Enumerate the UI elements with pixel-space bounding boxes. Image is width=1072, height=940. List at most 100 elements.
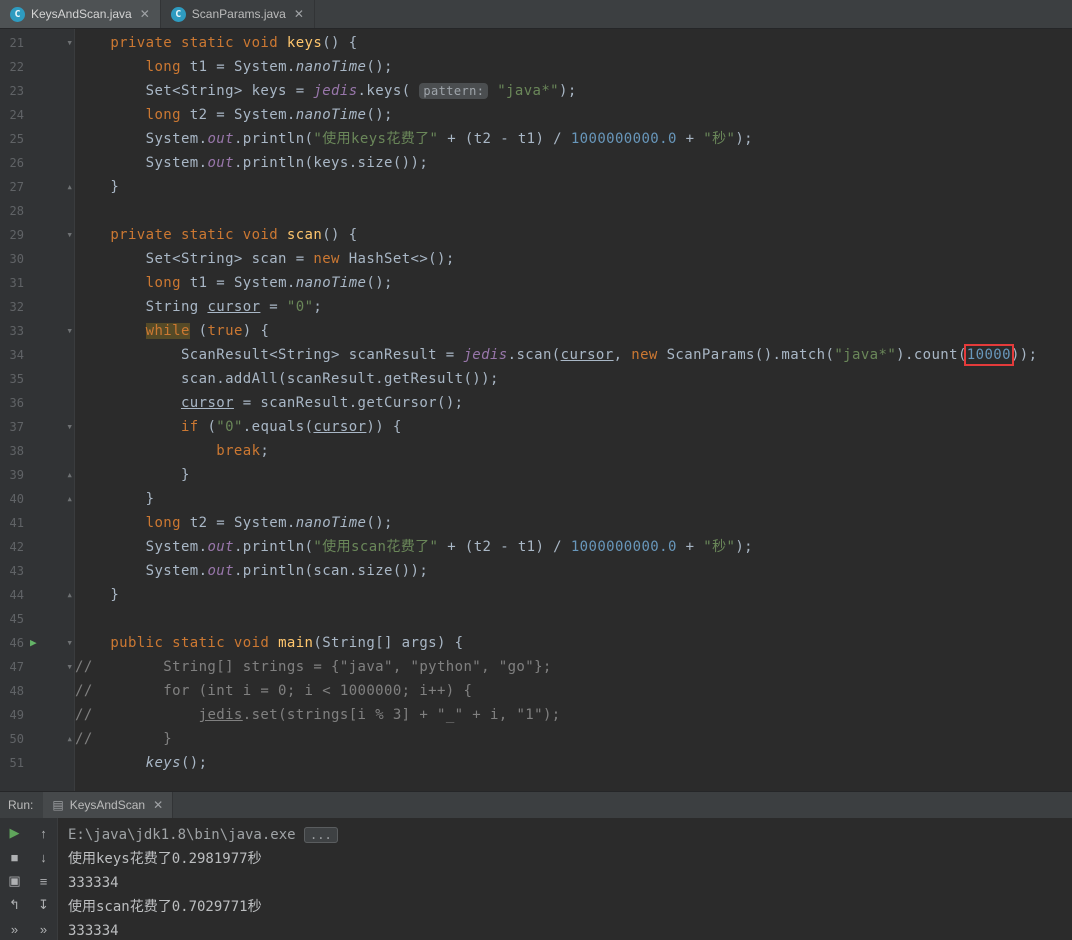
fold-icon[interactable]: ▴ <box>66 583 73 607</box>
fold-icon[interactable]: ▾ <box>66 415 73 439</box>
soft-wrap-icon[interactable]: ≡ <box>40 874 48 889</box>
code-text[interactable]: private static void keys() { <box>75 31 1072 55</box>
code-text[interactable]: break; <box>75 439 1072 463</box>
close-icon[interactable]: ✕ <box>292 7 304 21</box>
gutter: 36 <box>0 391 75 415</box>
fold-icon[interactable]: ▾ <box>66 631 73 655</box>
code-text[interactable]: // String[] strings = {"java", "python",… <box>75 655 1072 679</box>
fold-icon[interactable]: ▴ <box>66 463 73 487</box>
code-text[interactable]: // jedis.set(strings[i % 3] + "_" + i, "… <box>75 703 1072 727</box>
code-token: out <box>207 155 234 171</box>
code-text[interactable]: public static void main(String[] args) { <box>75 631 1072 655</box>
line-number: 44 <box>9 588 24 602</box>
fold-icon[interactable]: ▴ <box>66 487 73 511</box>
prev-frame-icon[interactable]: ↑ <box>40 826 47 841</box>
collapsed-fold-chip[interactable]: ... <box>304 827 338 843</box>
code-text[interactable] <box>75 199 1072 223</box>
line-number: 46 <box>9 636 24 650</box>
code-text[interactable]: Set<String> scan = new HashSet<>(); <box>75 247 1072 271</box>
fold-icon[interactable]: ▴ <box>66 727 73 751</box>
code-text[interactable]: } <box>75 463 1072 487</box>
fold-icon[interactable]: ▾ <box>66 655 73 679</box>
scroll-to-end-icon[interactable]: ↧ <box>38 897 49 913</box>
code-text[interactable]: while (true) { <box>75 319 1072 343</box>
line-number: 35 <box>9 372 24 386</box>
more-actions-icon[interactable]: » <box>40 922 47 937</box>
code-token: .keys( <box>357 83 420 99</box>
fold-icon[interactable]: ▾ <box>66 31 73 55</box>
code-token: } <box>75 587 120 603</box>
code-token: + (t2 - t1) / <box>438 131 571 147</box>
code-text[interactable] <box>75 607 1072 631</box>
code-token: long <box>145 107 181 123</box>
code-line: 21 ▾ private static void keys() { <box>0 31 1072 55</box>
code-line: 48 // for (int i = 0; i < 1000000; i++) { <box>0 679 1072 703</box>
code-token: keys <box>286 35 323 51</box>
code-line: 37 ▾ if ("0".equals(cursor)) { <box>0 415 1072 439</box>
code-text[interactable]: private static void scan() { <box>75 223 1072 247</box>
code-token: if <box>180 419 199 435</box>
gutter: 35 <box>0 367 75 391</box>
code-text[interactable]: long t2 = System.nanoTime(); <box>75 511 1072 535</box>
stop-icon[interactable]: ■ <box>11 850 19 865</box>
code-text[interactable]: // for (int i = 0; i < 1000000; i++) { <box>75 679 1072 703</box>
code-text[interactable]: System.out.println("使用keys花费了" + (t2 - t… <box>75 127 1072 151</box>
code-line: 43 System.out.println(scan.size()); <box>0 559 1072 583</box>
rerun-icon[interactable]: ▶ <box>10 825 20 841</box>
fold-icon[interactable]: ▾ <box>66 223 73 247</box>
run-tab[interactable]: ▤ KeysAndScan ✕ <box>43 792 174 818</box>
exit-icon[interactable]: ↰ <box>9 897 20 913</box>
run-panel-header: Run: ▤ KeysAndScan ✕ <box>0 791 1072 818</box>
code-text[interactable]: keys(); <box>75 751 1072 775</box>
code-text[interactable]: } <box>75 583 1072 607</box>
code-token: .println( <box>233 131 314 147</box>
screenshot-icon[interactable]: ▣ <box>8 873 20 889</box>
line-number: 30 <box>9 252 24 266</box>
tab-label: ScanParams.java <box>191 7 286 21</box>
code-text[interactable]: long t2 = System.nanoTime(); <box>75 103 1072 127</box>
code-token: cursor <box>313 419 367 435</box>
code-token: + <box>676 131 704 147</box>
fold-icon[interactable]: ▾ <box>66 319 73 343</box>
code-text[interactable]: System.out.println("使用scan花费了" + (t2 - t… <box>75 535 1072 559</box>
editor-tab[interactable]: C ScanParams.java ✕ <box>161 0 315 28</box>
code-token: )) { <box>366 419 402 435</box>
console-line: E:\java\jdk1.8\bin\java.exe ... <box>68 823 1072 847</box>
code-text[interactable]: System.out.println(keys.size()); <box>75 151 1072 175</box>
code-line: 35 scan.addAll(scanResult.getResult()); <box>0 367 1072 391</box>
run-line-icon[interactable]: ▶ <box>30 631 37 655</box>
code-text[interactable]: ScanResult<String> scanResult = jedis.sc… <box>75 343 1072 367</box>
close-icon[interactable]: ✕ <box>151 798 163 812</box>
code-text[interactable]: long t1 = System.nanoTime(); <box>75 55 1072 79</box>
editor[interactable]: 21 ▾ private static void keys() {22 long … <box>0 29 1072 791</box>
code-token: (); <box>180 755 208 771</box>
gutter: 29 ▾ <box>0 223 75 247</box>
code-text[interactable]: System.out.println(scan.size()); <box>75 559 1072 583</box>
code-text[interactable]: } <box>75 487 1072 511</box>
code-token: .scan( <box>507 347 561 363</box>
fold-icon[interactable]: ▴ <box>66 175 73 199</box>
next-frame-icon[interactable]: ↓ <box>40 850 47 865</box>
code-text[interactable]: String cursor = "0"; <box>75 295 1072 319</box>
code-token: nanoTime <box>295 59 367 75</box>
more-options-icon[interactable]: » <box>11 922 18 937</box>
code-text[interactable]: } <box>75 175 1072 199</box>
code-token: ( <box>189 323 208 339</box>
gutter: 43 <box>0 559 75 583</box>
code-token: keys <box>145 755 181 771</box>
code-text[interactable]: scan.addAll(scanResult.getResult()); <box>75 367 1072 391</box>
console-output[interactable]: E:\java\jdk1.8\bin\java.exe ... 使用keys花费了… <box>58 818 1072 940</box>
code-text[interactable]: // } <box>75 727 1072 751</box>
code-token: = scanResult.getCursor(); <box>233 395 464 411</box>
code-text[interactable]: long t1 = System.nanoTime(); <box>75 271 1072 295</box>
code-token: + <box>676 539 704 555</box>
editor-tab[interactable]: C KeysAndScan.java ✕ <box>0 0 161 28</box>
code-token: // } <box>75 731 173 747</box>
code-token: } <box>75 491 155 507</box>
code-text[interactable]: Set<String> keys = jedis.keys( pattern: … <box>75 79 1072 103</box>
code-token: , <box>613 347 632 363</box>
code-text[interactable]: cursor = scanResult.getCursor(); <box>75 391 1072 415</box>
close-icon[interactable]: ✕ <box>138 7 150 21</box>
code-text[interactable]: if ("0".equals(cursor)) { <box>75 415 1072 439</box>
